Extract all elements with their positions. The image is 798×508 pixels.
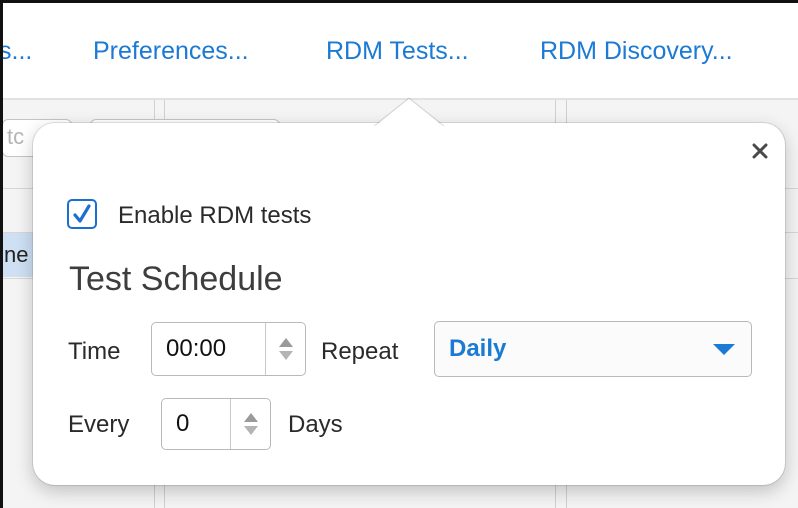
- close-icon: [752, 143, 768, 159]
- dropdown-caret-icon: [713, 344, 735, 355]
- rdm-tests-popover: [33, 123, 785, 485]
- repeat-label: Repeat: [321, 338, 399, 365]
- days-label: Days: [288, 411, 343, 438]
- toolbar-item-rdm-discovery[interactable]: RDM Discovery...: [540, 37, 733, 66]
- frame-border: [0, 0, 798, 3]
- checkmark-icon: [73, 204, 91, 223]
- test-schedule-heading: Test Schedule: [69, 260, 283, 298]
- stepper-up-icon[interactable]: [243, 413, 258, 422]
- popover-arrow: [374, 97, 444, 127]
- time-value: 00:00: [166, 335, 227, 362]
- toolbar-item-preferences[interactable]: Preferences...: [93, 37, 249, 66]
- time-label: Time: [68, 338, 121, 365]
- stepper-up-icon[interactable]: [278, 338, 293, 347]
- repeat-dropdown[interactable]: Daily: [434, 321, 752, 377]
- repeat-value: Daily: [449, 335, 507, 362]
- every-label: Every: [68, 411, 130, 438]
- every-value: 0: [176, 410, 190, 437]
- toolbar: s... Preferences... RDM Tests... RDM Dis…: [0, 3, 798, 98]
- time-stepper[interactable]: [265, 323, 305, 375]
- enable-rdm-tests-checkbox[interactable]: [67, 199, 97, 229]
- stepper-down-icon[interactable]: [243, 426, 258, 435]
- every-stepper[interactable]: [230, 399, 270, 449]
- window: tc ne s... Preferences... RDM Tests... R…: [0, 0, 798, 508]
- stepper-down-icon[interactable]: [278, 351, 293, 360]
- toolbar-item-rdm-tests[interactable]: RDM Tests...: [326, 37, 469, 66]
- background-field-text: tc: [7, 124, 25, 149]
- close-button[interactable]: [746, 137, 774, 165]
- frame-border: [0, 0, 3, 508]
- enable-rdm-tests-label: Enable RDM tests: [118, 202, 312, 229]
- table-cell: ne: [4, 242, 29, 267]
- toolbar-item-truncated[interactable]: s...: [0, 37, 32, 66]
